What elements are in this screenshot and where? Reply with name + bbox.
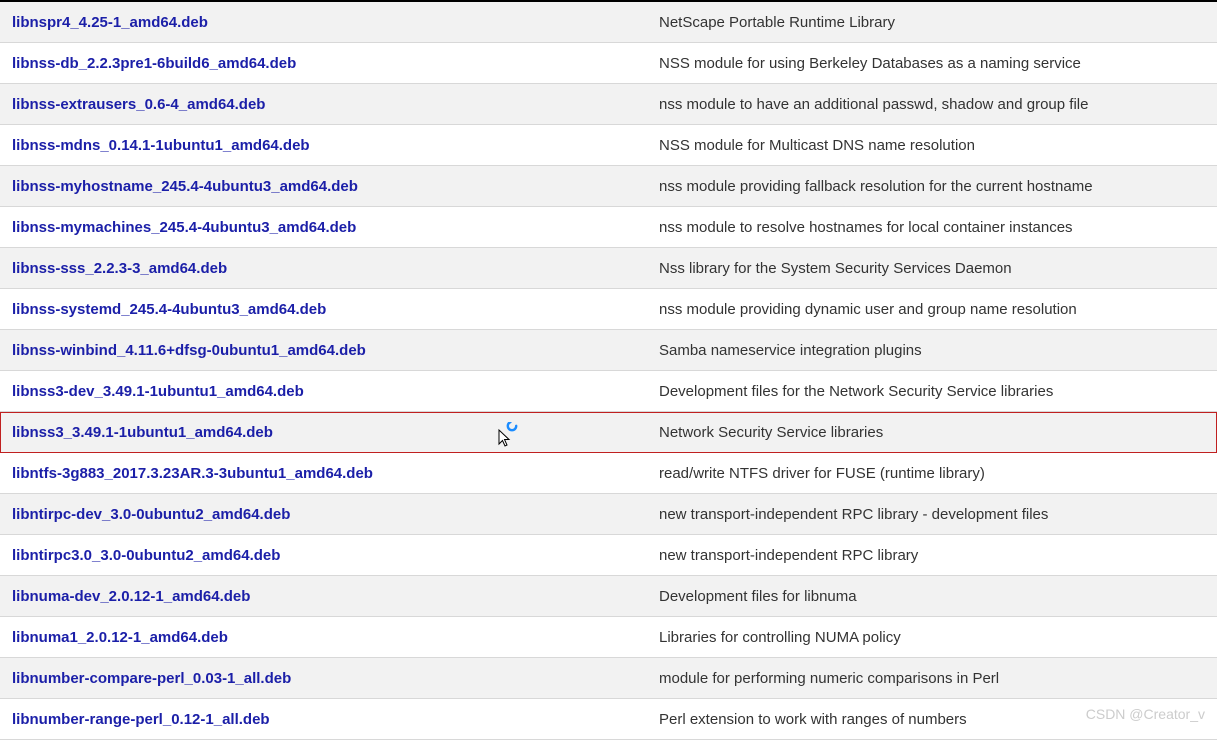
table-row: libntfs-3g883_2017.3.23AR.3-3ubuntu1_amd… — [0, 453, 1217, 494]
package-link[interactable]: libnss-sss_2.2.3-3_amd64.deb — [12, 260, 227, 277]
table-row: libnss-extrausers_0.6-4_amd64.deb nss mod… — [0, 84, 1217, 125]
package-description: new transport-independent RPC library - … — [649, 496, 1217, 533]
package-description: NSS module for Multicast DNS name resolu… — [649, 127, 1217, 164]
package-description: NSS module for using Berkeley Databases … — [649, 45, 1217, 82]
package-link[interactable]: libnspr4_4.25-1_amd64.deb — [12, 14, 208, 31]
table-row: libnss3_3.49.1-1ubuntu1_amd64.deb Network… — [0, 412, 1217, 453]
package-link[interactable]: libnss-db_2.2.3pre1-6build6_amd64.deb — [12, 55, 296, 72]
table-row: libnss-sss_2.2.3-3_amd64.deb Nss library … — [0, 248, 1217, 289]
package-link[interactable]: libnss-systemd_245.4-4ubuntu3_amd64.deb — [12, 301, 326, 318]
table-row: libntirpc-dev_3.0-0ubuntu2_amd64.deb new … — [0, 494, 1217, 535]
package-link[interactable]: libnumber-compare-perl_0.03-1_all.deb — [12, 670, 291, 687]
package-description: Samba nameservice integration plugins — [649, 332, 1217, 369]
package-description: Development files for libnuma — [649, 578, 1217, 615]
package-name-cell: libntfs-3g883_2017.3.23AR.3-3ubuntu1_amd… — [0, 455, 649, 492]
table-row: libnspr4_4.25-1_amd64.deb NetScape Portab… — [0, 2, 1217, 43]
package-name-cell: libnss3-dev_3.49.1-1ubuntu1_amd64.deb — [0, 373, 649, 410]
table-row: libntirpc3.0_3.0-0ubuntu2_amd64.deb new t… — [0, 535, 1217, 576]
package-description: new transport-independent RPC library — [649, 537, 1217, 574]
package-description: NetScape Portable Runtime Library — [649, 4, 1217, 41]
package-link[interactable]: libnss-extrausers_0.6-4_amd64.deb — [12, 96, 265, 113]
package-link[interactable]: libnss-mymachines_245.4-4ubuntu3_amd64.d… — [12, 219, 356, 236]
table-row: libnss-mymachines_245.4-4ubuntu3_amd64.d… — [0, 207, 1217, 248]
package-link[interactable]: libntfs-3g883_2017.3.23AR.3-3ubuntu1_amd… — [12, 465, 373, 482]
package-name-cell: libnss-sss_2.2.3-3_amd64.deb — [0, 250, 649, 287]
package-link[interactable]: libntirpc3.0_3.0-0ubuntu2_amd64.deb — [12, 547, 280, 564]
package-name-cell: libnss-mdns_0.14.1-1ubuntu1_amd64.deb — [0, 127, 649, 164]
package-name-cell: libntirpc3.0_3.0-0ubuntu2_amd64.deb — [0, 537, 649, 574]
package-description: nss module providing dynamic user and gr… — [649, 291, 1217, 328]
package-name-cell: libnss-db_2.2.3pre1-6build6_amd64.deb — [0, 45, 649, 82]
table-row: libnumber-compare-perl_0.03-1_all.deb mod… — [0, 658, 1217, 699]
table-row: libnss-systemd_245.4-4ubuntu3_amd64.deb n… — [0, 289, 1217, 330]
package-name-cell: libnuma1_2.0.12-1_amd64.deb — [0, 619, 649, 656]
package-description: Nss library for the System Security Serv… — [649, 250, 1217, 287]
package-name-cell: libnss3_3.49.1-1ubuntu1_amd64.deb — [0, 414, 649, 451]
package-description: nss module to resolve hostnames for loca… — [649, 209, 1217, 246]
package-link[interactable]: libnuma-dev_2.0.12-1_amd64.deb — [12, 588, 250, 605]
package-description: nss module to have an additional passwd,… — [649, 86, 1217, 123]
package-name-cell: libnumber-compare-perl_0.03-1_all.deb — [0, 660, 649, 697]
package-description: nss module providing fallback resolution… — [649, 168, 1217, 205]
table-row: libnuma1_2.0.12-1_amd64.deb Libraries for… — [0, 617, 1217, 658]
package-name-cell: libnuma-dev_2.0.12-1_amd64.deb — [0, 578, 649, 615]
package-link[interactable]: libnss3_3.49.1-1ubuntu1_amd64.deb — [12, 424, 273, 441]
table-row: libnss-db_2.2.3pre1-6build6_amd64.deb NSS… — [0, 43, 1217, 84]
package-name-cell: libnss-winbind_4.11.6+dfsg-0ubuntu1_amd6… — [0, 332, 649, 369]
package-description: Perl extension to work with ranges of nu… — [649, 701, 1217, 738]
table-row: libnss3-dev_3.49.1-1ubuntu1_amd64.deb Dev… — [0, 371, 1217, 412]
package-table: libnspr4_4.25-1_amd64.deb NetScape Portab… — [0, 2, 1217, 740]
table-row: libnss-winbind_4.11.6+dfsg-0ubuntu1_amd6… — [0, 330, 1217, 371]
package-name-cell: libnss-extrausers_0.6-4_amd64.deb — [0, 86, 649, 123]
package-description: read/write NTFS driver for FUSE (runtime… — [649, 455, 1217, 492]
package-description: Libraries for controlling NUMA policy — [649, 619, 1217, 656]
package-description: Development files for the Network Securi… — [649, 373, 1217, 410]
table-row: libnumber-range-perl_0.12-1_all.deb Perl … — [0, 699, 1217, 740]
table-row: libnss-myhostname_245.4-4ubuntu3_amd64.d… — [0, 166, 1217, 207]
package-link[interactable]: libnuma1_2.0.12-1_amd64.deb — [12, 629, 228, 646]
package-link[interactable]: libnss3-dev_3.49.1-1ubuntu1_amd64.deb — [12, 383, 304, 400]
package-link[interactable]: libnss-winbind_4.11.6+dfsg-0ubuntu1_amd6… — [12, 342, 366, 359]
package-name-cell: libntirpc-dev_3.0-0ubuntu2_amd64.deb — [0, 496, 649, 533]
table-row: libnuma-dev_2.0.12-1_amd64.deb Developmen… — [0, 576, 1217, 617]
package-link[interactable]: libnss-myhostname_245.4-4ubuntu3_amd64.d… — [12, 178, 358, 195]
package-name-cell: libnss-mymachines_245.4-4ubuntu3_amd64.d… — [0, 209, 649, 246]
package-link[interactable]: libnumber-range-perl_0.12-1_all.deb — [12, 711, 270, 728]
package-link[interactable]: libntirpc-dev_3.0-0ubuntu2_amd64.deb — [12, 506, 290, 523]
package-name-cell: libnss-myhostname_245.4-4ubuntu3_amd64.d… — [0, 168, 649, 205]
package-description: Network Security Service libraries — [649, 414, 1217, 451]
package-name-cell: libnspr4_4.25-1_amd64.deb — [0, 4, 649, 41]
package-name-cell: libnss-systemd_245.4-4ubuntu3_amd64.deb — [0, 291, 649, 328]
package-description: module for performing numeric comparison… — [649, 660, 1217, 697]
table-row: libnss-mdns_0.14.1-1ubuntu1_amd64.deb NSS… — [0, 125, 1217, 166]
package-name-cell: libnumber-range-perl_0.12-1_all.deb — [0, 701, 649, 738]
package-link[interactable]: libnss-mdns_0.14.1-1ubuntu1_amd64.deb — [12, 137, 310, 154]
